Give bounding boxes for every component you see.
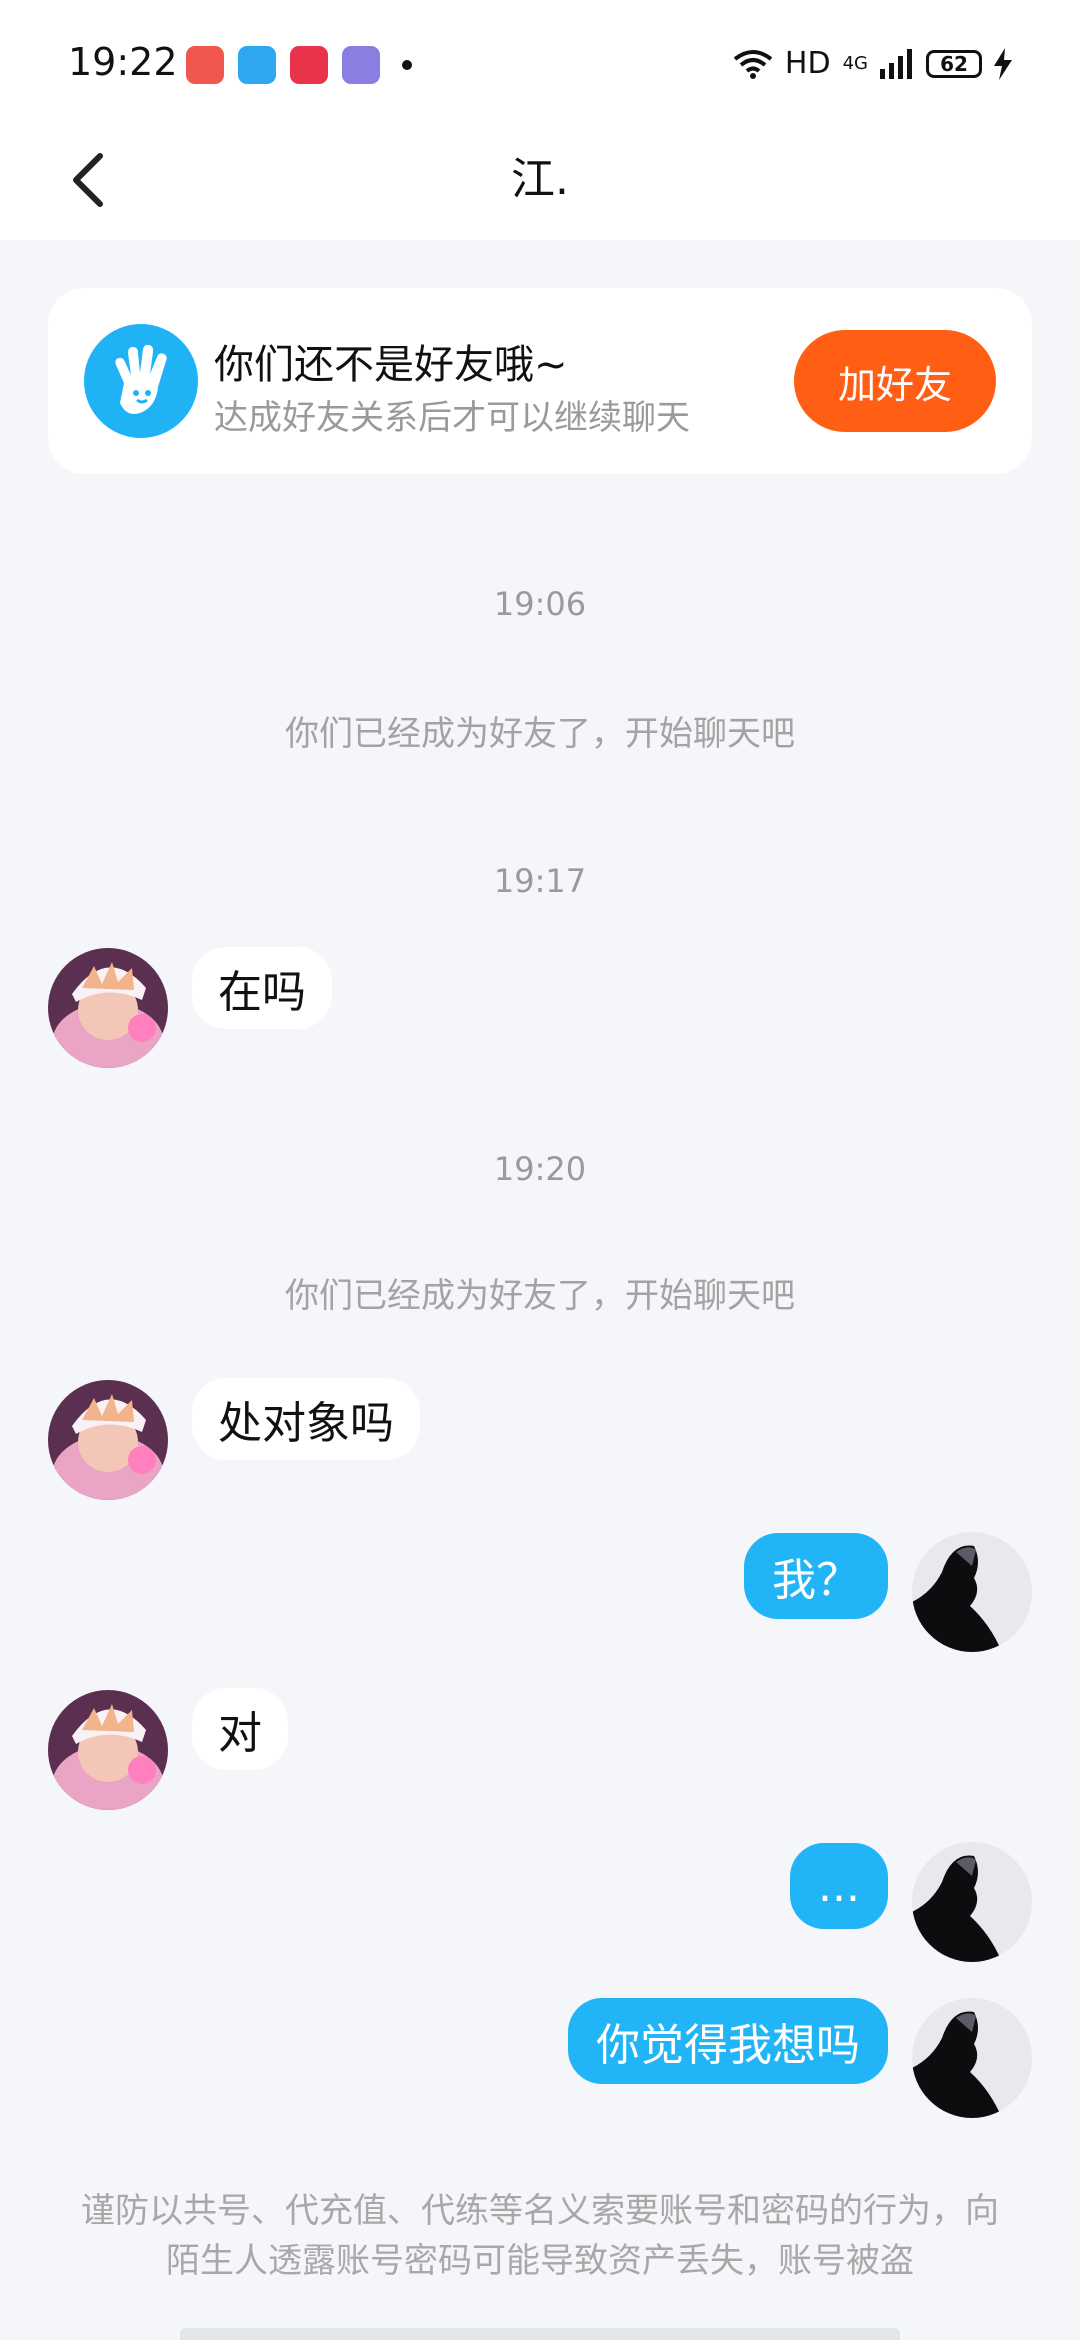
charging-bolt-icon: [994, 47, 1012, 80]
card-title: 你们还不是好友哦~: [214, 342, 568, 388]
user-avatar[interactable]: [912, 1532, 1032, 1652]
timestamp: 19:06: [493, 585, 587, 623]
notification-icons: [186, 46, 412, 84]
user-avatar[interactable]: [912, 1842, 1032, 1962]
user-avatar[interactable]: [912, 1998, 1032, 2118]
user-avatar-image: [912, 1842, 1032, 1962]
user-avatar-image: [912, 1532, 1032, 1652]
status-indicators: HD 4G 62: [733, 46, 1012, 81]
status-bar: 19:22 HD 4G 62: [0, 0, 1080, 120]
hand-shape: [115, 344, 167, 414]
system-message: 你们已经成为好友了，开始聊天吧: [285, 1276, 795, 1316]
wifi-icon: [733, 49, 773, 79]
music-app-icon: [186, 46, 224, 84]
contact-avatar[interactable]: [48, 948, 168, 1068]
outgoing-message-bubble[interactable]: 我？: [744, 1533, 888, 1619]
timestamp: 19:17: [493, 862, 587, 900]
incoming-message-bubble[interactable]: 对: [192, 1688, 288, 1770]
system-message: 你们已经成为好友了，开始聊天吧: [285, 714, 795, 754]
contact-avatar-image: [48, 948, 168, 1068]
signal-type: 4G: [842, 52, 868, 74]
contact-avatar[interactable]: [48, 1380, 168, 1500]
contact-avatar[interactable]: [48, 1690, 168, 1810]
user-avatar-image: [912, 1998, 1032, 2118]
blue-app-icon: [238, 46, 276, 84]
contact-avatar-image: [48, 1380, 168, 1500]
incoming-message-bubble[interactable]: 在吗: [192, 947, 332, 1029]
not-friends-card: 你们还不是好友哦~ 达成好友关系后才可以继续聊天 加好友: [48, 288, 1032, 474]
outgoing-message-bubble[interactable]: 你觉得我想吗: [568, 1998, 888, 2084]
hand-wave-icon: [84, 324, 198, 438]
purple-app-icon: [342, 46, 380, 84]
chat-header: 江.: [0, 120, 1080, 240]
signal-bars-icon: [880, 48, 912, 79]
status-time: 19:22: [68, 40, 178, 84]
contact-avatar-image: [48, 1690, 168, 1810]
signal-type-label: 4G: [842, 52, 868, 74]
outgoing-message-bubble[interactable]: ...: [790, 1843, 888, 1929]
chat-title: 江.: [511, 154, 569, 205]
incoming-message-bubble[interactable]: 处对象吗: [192, 1378, 420, 1460]
hd-label: HD: [784, 46, 831, 81]
add-friend-button[interactable]: 加好友: [794, 330, 996, 432]
card-subtitle: 达成好友关系后才可以继续聊天: [214, 398, 690, 438]
timestamp: 19:20: [493, 1150, 587, 1188]
security-warning: 谨防以共号、代充值、代练等名义索要账号和密码的行为，向陌生人透露账号密码可能导致…: [81, 2191, 999, 2281]
video-app-icon: [290, 46, 328, 84]
more-notifications-icon: [402, 60, 412, 70]
battery-indicator: 62: [926, 49, 982, 78]
input-bar-edge: [180, 2328, 900, 2340]
